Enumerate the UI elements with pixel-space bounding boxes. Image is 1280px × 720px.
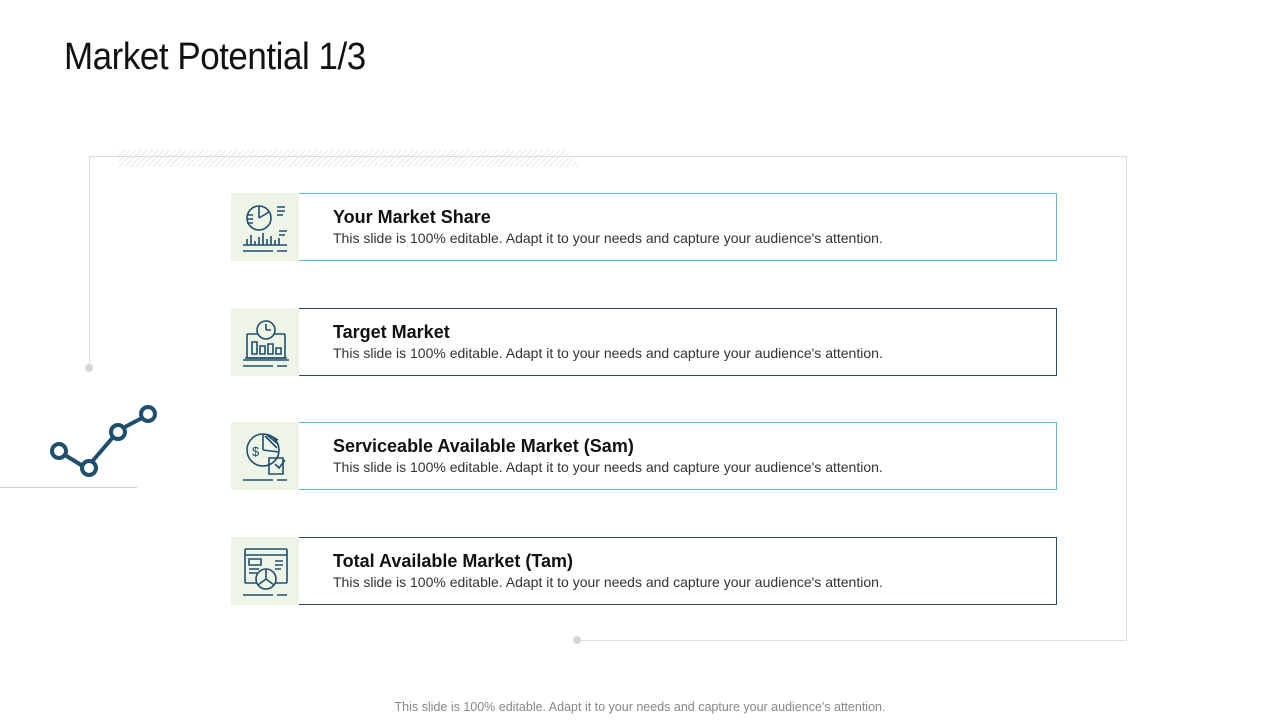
market-card-tam: Total Available Market (Tam) This slide … <box>231 537 1057 605</box>
market-card-your-market-share: Your Market Share This slide is 100% edi… <box>231 193 1057 261</box>
card-heading: Your Market Share <box>333 207 491 227</box>
trend-line-icon <box>50 405 157 477</box>
slide-title: Market Potential 1/3 <box>64 36 366 78</box>
side-divider <box>0 487 137 488</box>
frame-top-line <box>89 156 1127 157</box>
card-description: This slide is 100% editable. Adapt it to… <box>333 459 883 475</box>
market-card-sam: $ Serviceable Available Market (Sam) Thi… <box>231 422 1057 490</box>
icon-tile <box>231 537 299 605</box>
laptop-analytics-icon <box>243 320 289 367</box>
card-description: This slide is 100% editable. Adapt it to… <box>333 230 883 246</box>
frame-dot-bottom <box>573 636 581 644</box>
icon-tile <box>231 193 299 261</box>
card-description: This slide is 100% editable. Adapt it to… <box>333 574 883 590</box>
card-description: This slide is 100% editable. Adapt it to… <box>333 345 883 361</box>
card-heading: Target Market <box>333 322 450 342</box>
browser-pie-icon <box>243 548 288 596</box>
svg-text:$: $ <box>252 444 260 459</box>
card-heading: Total Available Market (Tam) <box>333 551 574 571</box>
icon-tile <box>231 308 299 376</box>
market-card-target-market: Target Market This slide is 100% editabl… <box>231 308 1057 376</box>
frame-left-line <box>89 156 90 368</box>
market-share-chart-icon <box>243 205 287 252</box>
card-heading: Serviceable Available Market (Sam) <box>333 436 634 456</box>
icon-tile: $ <box>231 422 299 490</box>
frame-dot-left <box>85 364 93 372</box>
pie-dollar-icon: $ <box>243 433 287 481</box>
frame-right-line <box>1126 156 1127 641</box>
slide-footer: This slide is 100% editable. Adapt it to… <box>394 700 886 714</box>
frame-bottom-line <box>577 640 1127 641</box>
hatch-decoration <box>118 150 580 167</box>
